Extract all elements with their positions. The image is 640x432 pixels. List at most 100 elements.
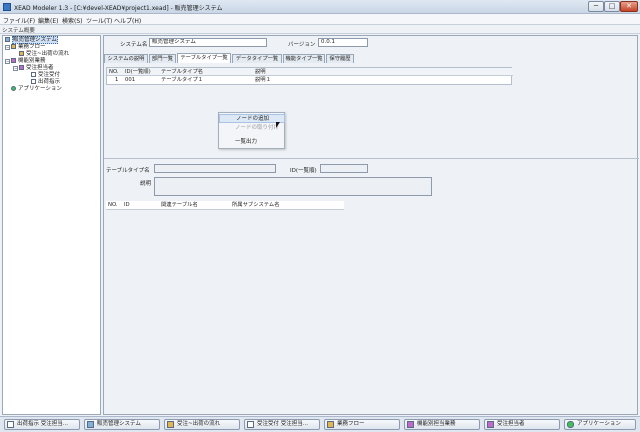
menu-file[interactable]: ファイル(F) <box>3 16 35 25</box>
document-icon <box>7 421 14 428</box>
tree-item-order-flow[interactable]: 受注~出荷の流れ <box>19 51 69 58</box>
menu-item-list-output[interactable]: 一覧出力 <box>219 138 285 147</box>
system-name-label: システム名 <box>120 42 148 48</box>
flow-icon <box>327 421 334 428</box>
tree-item-label: 販売管理システム <box>12 36 58 44</box>
task-label: 販売管理システム <box>97 421 141 427</box>
tree-item-sales-system[interactable]: 販売管理システム <box>5 36 58 44</box>
document-icon <box>247 421 254 428</box>
column-header[interactable]: 説明 <box>255 68 266 76</box>
app-icon <box>3 3 11 11</box>
collapse-icon[interactable]: − <box>13 66 18 71</box>
tree-item-label: 業務フロー <box>18 44 46 50</box>
process-icon <box>407 421 414 428</box>
tree-item-label: 受注担当者 <box>26 65 54 71</box>
system-name-field[interactable]: 販売管理システム <box>149 38 267 47</box>
table-row[interactable]: 1 001 テーブルタイプ１ 説明１ <box>107 76 513 84</box>
task-label: アプリケーション <box>577 421 621 427</box>
table-type-name-field[interactable] <box>154 164 276 173</box>
menu-bar: ファイル(F) 編集(E) 検索(S) ツール(T) ヘルプ(H) <box>0 14 640 25</box>
app-window: XEAD Modeler 1.3 - [C:¥devel-XEAD¥projec… <box>0 0 640 432</box>
tree-item-functional-business[interactable]: − 機能別業務 <box>5 58 46 65</box>
task-sales-system[interactable]: 販売管理システム <box>84 419 160 430</box>
main-panel: システム名 販売管理システム バージョン 0.0.1 システムの説明 部門一覧 … <box>103 35 639 415</box>
task-order-staff[interactable]: 受注担当者 <box>484 419 560 430</box>
task-label: 業務フロー <box>337 421 365 427</box>
menu-search[interactable]: 検索(S) <box>62 16 83 25</box>
task-application[interactable]: アプリケーション <box>564 419 636 430</box>
tab-function-types[interactable]: 機能タイプ一覧 <box>283 54 325 63</box>
task-label: 受注受付 受注担当... <box>257 421 308 427</box>
process-icon <box>11 58 16 63</box>
process-icon <box>19 65 24 70</box>
tree-panel[interactable]: 販売管理システム − 業務フロー 受注~出荷の流れ − 機能別業務 − 受注担当者 受… <box>2 35 101 415</box>
flow-icon <box>11 44 16 49</box>
task-business-flow[interactable]: 業務フロー <box>324 419 400 430</box>
tree-item-label: 出荷指示 <box>38 79 61 85</box>
column-header[interactable]: ID <box>124 201 130 209</box>
task-label: 機能別担当業務 <box>417 421 456 427</box>
menu-help[interactable]: ヘルプ(H) <box>114 16 141 25</box>
minimize-button[interactable]: ─ <box>588 1 604 12</box>
table-type-grid[interactable]: NO. ID(一覧順) テーブルタイプ名 説明 1 001 テーブルタイプ１ 説… <box>106 67 513 85</box>
tree-item-business-flow[interactable]: − 業務フロー <box>5 44 46 51</box>
maximize-button[interactable]: □ <box>604 1 620 12</box>
version-label: バージョン <box>288 42 316 48</box>
system-icon <box>87 421 94 428</box>
column-header[interactable]: NO. <box>108 201 118 209</box>
toolbar: システム概要 <box>0 25 640 34</box>
tree-item-label: 受注~出荷の流れ <box>26 51 70 57</box>
section-divider <box>104 158 639 159</box>
tree-item-label: アプリケーション <box>18 86 62 92</box>
lower-grid-header: NO. ID 関連テーブル名 所属サブシステム名 <box>106 201 344 210</box>
column-header[interactable]: ID(一覧順) <box>125 68 151 76</box>
tab-bar: システムの説明 部門一覧 テーブルタイプ一覧 データタイプ一覧 機能タイプ一覧 … <box>104 53 639 63</box>
tab-maintenance-history[interactable]: 保守履歴 <box>326 54 354 63</box>
column-header[interactable]: NO. <box>109 68 119 76</box>
description-label: 説明 <box>140 181 152 187</box>
tree-item-order-reception[interactable]: 受注受付 <box>31 72 60 79</box>
tree-item-application[interactable]: アプリケーション <box>11 86 62 93</box>
tab-table-types[interactable]: テーブルタイプ一覧 <box>177 53 231 63</box>
document-icon <box>31 72 36 77</box>
menu-edit[interactable]: 編集(E) <box>38 16 58 25</box>
task-label: 受注~出荷の流れ <box>177 421 221 427</box>
title-bar: XEAD Modeler 1.3 - [C:¥devel-XEAD¥projec… <box>0 0 640 14</box>
id-field[interactable] <box>320 164 368 173</box>
tab-system-description[interactable]: システムの説明 <box>104 54 148 63</box>
tab-departments[interactable]: 部門一覧 <box>149 54 176 63</box>
application-icon <box>11 86 16 91</box>
toolbar-label: システム概要 <box>2 28 35 34</box>
system-icon <box>5 37 10 42</box>
column-header[interactable]: 関連テーブル名 <box>161 201 198 209</box>
process-icon <box>487 421 494 428</box>
collapse-icon[interactable]: − <box>5 45 10 50</box>
document-icon <box>31 79 36 84</box>
task-shipping-instruction[interactable]: 出荷指示 受注担当... <box>4 419 80 430</box>
task-functional-business[interactable]: 機能別担当業務 <box>404 419 480 430</box>
task-order-flow[interactable]: 受注~出荷の流れ <box>164 419 240 430</box>
window-title: XEAD Modeler 1.3 - [C:¥devel-XEAD¥projec… <box>14 5 223 12</box>
version-field[interactable]: 0.0.1 <box>318 38 368 47</box>
tree-item-label: 受注受付 <box>38 72 61 78</box>
status-bar: 出荷指示 受注担当... 販売管理システム 受注~出荷の流れ 受注受付 受注担当… <box>0 416 640 432</box>
flow-icon <box>167 421 174 428</box>
id-label: ID(一覧順) <box>290 168 317 174</box>
menu-tools[interactable]: ツール(T) <box>86 16 112 25</box>
table-cell: テーブルタイプ１ <box>161 77 204 83</box>
tree-item-order-staff[interactable]: − 受注担当者 <box>13 65 54 72</box>
column-header[interactable]: 所属サブシステム名 <box>232 201 280 209</box>
table-type-name-label: テーブルタイプ名 <box>106 168 150 174</box>
collapse-icon[interactable]: − <box>5 59 10 64</box>
task-order-reception[interactable]: 受注受付 受注担当... <box>244 419 320 430</box>
context-menu: ノードの追加 ノードの取り付け 一覧出力 <box>218 112 285 149</box>
tree-item-label: 機能別業務 <box>18 58 46 64</box>
grid-header: NO. ID(一覧順) テーブルタイプ名 説明 <box>107 68 513 76</box>
description-field[interactable] <box>154 177 432 196</box>
tab-data-types[interactable]: データタイプ一覧 <box>232 54 282 63</box>
close-button[interactable]: ✕ <box>620 1 638 12</box>
task-label: 受注担当者 <box>497 421 525 427</box>
application-icon <box>567 421 574 428</box>
column-header[interactable]: テーブルタイプ名 <box>161 68 203 76</box>
tree-item-shipping-instruction[interactable]: 出荷指示 <box>31 79 60 86</box>
